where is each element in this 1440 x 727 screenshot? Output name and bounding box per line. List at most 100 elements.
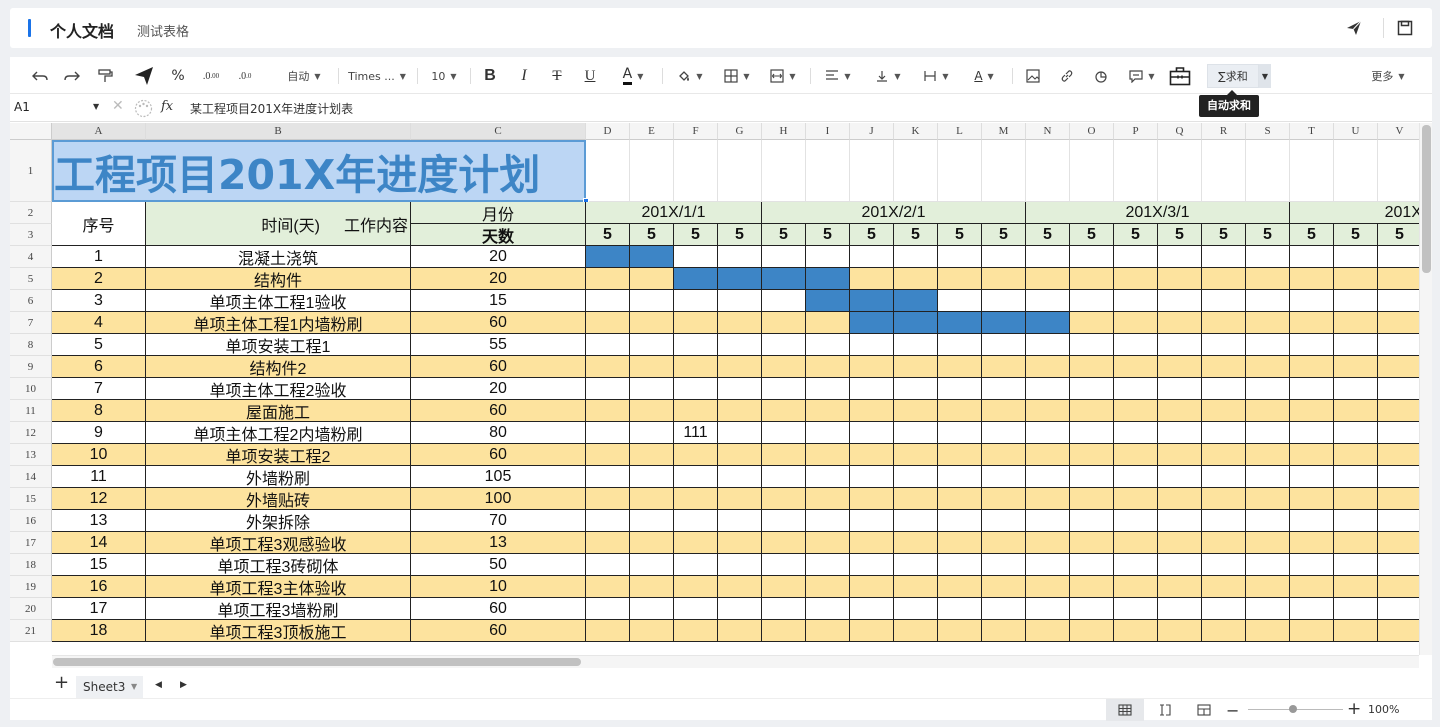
gantt-cell[interactable]	[1290, 444, 1334, 466]
gantt-bar-cell[interactable]	[850, 312, 894, 334]
row-header-13[interactable]: 13	[10, 444, 52, 466]
days-unit-cell[interactable]: 5	[586, 224, 630, 246]
gantt-cell[interactable]	[1158, 268, 1202, 290]
gantt-cell[interactable]	[674, 576, 718, 598]
gantt-cell[interactable]	[806, 576, 850, 598]
task-seq-cell[interactable]: 5	[52, 334, 146, 356]
gantt-cell[interactable]	[630, 356, 674, 378]
row-header-17[interactable]: 17	[10, 532, 52, 554]
gantt-cell[interactable]	[1378, 246, 1422, 268]
column-header-m[interactable]: M	[982, 123, 1026, 140]
gantt-cell[interactable]	[1070, 620, 1114, 642]
task-days-cell[interactable]: 20	[411, 378, 586, 400]
chevron-down-icon[interactable]: ▼	[131, 676, 137, 698]
gantt-cell[interactable]	[1378, 312, 1422, 334]
gantt-cell[interactable]	[1246, 554, 1290, 576]
bold-button[interactable]: B	[482, 65, 498, 87]
gantt-cell[interactable]	[1070, 246, 1114, 268]
row-header-7[interactable]: 7	[10, 312, 52, 334]
gantt-cell[interactable]	[674, 620, 718, 642]
gantt-cell[interactable]	[938, 620, 982, 642]
gantt-cell[interactable]	[718, 488, 762, 510]
column-header-u[interactable]: U	[1334, 123, 1378, 140]
gantt-cell[interactable]	[762, 554, 806, 576]
header-time-content-cell[interactable]: 时间(天) 工作内容	[146, 202, 411, 246]
gantt-bar-cell[interactable]	[806, 290, 850, 312]
gantt-cell[interactable]	[806, 532, 850, 554]
days-unit-cell[interactable]: 5	[850, 224, 894, 246]
gantt-cell[interactable]	[938, 576, 982, 598]
task-name-cell[interactable]: 外墙贴砖	[146, 488, 411, 510]
gantt-cell[interactable]	[1290, 312, 1334, 334]
month-header-cell[interactable]: 201X/1/1	[586, 202, 762, 224]
gantt-cell[interactable]	[894, 598, 938, 620]
gantt-cell[interactable]	[1378, 290, 1422, 312]
gantt-cell[interactable]	[850, 510, 894, 532]
gantt-cell[interactable]	[894, 532, 938, 554]
gantt-cell[interactable]	[1070, 488, 1114, 510]
gantt-cell[interactable]	[982, 400, 1026, 422]
task-seq-cell[interactable]: 8	[52, 400, 146, 422]
gantt-cell[interactable]	[762, 510, 806, 532]
gantt-cell[interactable]	[586, 400, 630, 422]
text-wrap-button[interactable]: ▼	[920, 65, 952, 87]
cell[interactable]	[762, 140, 806, 202]
gantt-cell[interactable]	[806, 246, 850, 268]
gantt-cell[interactable]	[718, 554, 762, 576]
gantt-cell[interactable]	[718, 466, 762, 488]
gantt-cell[interactable]	[894, 466, 938, 488]
row-header-1[interactable]: 1	[10, 140, 52, 202]
days-unit-cell[interactable]: 5	[1290, 224, 1334, 246]
gantt-cell[interactable]	[1378, 488, 1422, 510]
column-header-e[interactable]: E	[630, 123, 674, 140]
insert-link-icon[interactable]	[1058, 65, 1076, 87]
task-days-cell[interactable]: 13	[411, 532, 586, 554]
gantt-cell[interactable]	[894, 510, 938, 532]
gantt-cell[interactable]	[982, 488, 1026, 510]
gantt-cell[interactable]	[938, 466, 982, 488]
column-header-p[interactable]: P	[1114, 123, 1158, 140]
gantt-cell[interactable]	[586, 598, 630, 620]
gantt-cell[interactable]	[762, 444, 806, 466]
header-days-cell[interactable]: 天数	[411, 224, 586, 246]
gantt-cell[interactable]	[894, 576, 938, 598]
gantt-cell[interactable]	[1334, 400, 1378, 422]
gantt-cell[interactable]	[850, 268, 894, 290]
gantt-bar-cell[interactable]	[982, 312, 1026, 334]
gantt-cell[interactable]	[674, 334, 718, 356]
gantt-cell[interactable]	[586, 378, 630, 400]
gantt-cell[interactable]	[762, 422, 806, 444]
gantt-cell[interactable]	[982, 576, 1026, 598]
insert-comment-button[interactable]: ▼	[1126, 65, 1158, 87]
task-name-cell[interactable]: 单项工程3主体验收	[146, 576, 411, 598]
task-name-cell[interactable]: 混凝土浇筑	[146, 246, 411, 268]
gantt-cell[interactable]	[1070, 422, 1114, 444]
days-unit-cell[interactable]: 5	[806, 224, 850, 246]
gantt-cell[interactable]	[1246, 246, 1290, 268]
gantt-cell[interactable]	[1158, 290, 1202, 312]
value-cell[interactable]: 111	[674, 422, 718, 444]
gantt-cell[interactable]	[1026, 444, 1070, 466]
row-header-9[interactable]: 9	[10, 356, 52, 378]
gantt-cell[interactable]	[806, 620, 850, 642]
horizontal-scrollbar[interactable]	[52, 655, 1419, 668]
gantt-cell[interactable]	[630, 488, 674, 510]
gantt-cell[interactable]	[1378, 510, 1422, 532]
gantt-cell[interactable]	[1070, 334, 1114, 356]
days-unit-cell[interactable]: 5	[674, 224, 718, 246]
days-unit-cell[interactable]: 5	[938, 224, 982, 246]
gantt-cell[interactable]	[806, 488, 850, 510]
task-name-cell[interactable]: 单项主体工程1验收	[146, 290, 411, 312]
task-days-cell[interactable]: 60	[411, 312, 586, 334]
gantt-cell[interactable]	[718, 400, 762, 422]
gantt-cell[interactable]	[1202, 378, 1246, 400]
chevron-down-icon[interactable]: ▼	[93, 102, 99, 111]
task-days-cell[interactable]: 60	[411, 356, 586, 378]
gantt-cell[interactable]	[1158, 532, 1202, 554]
gantt-bar-cell[interactable]	[630, 246, 674, 268]
fill-color-button[interactable]: ▼	[674, 65, 706, 87]
gantt-cell[interactable]	[806, 510, 850, 532]
gantt-cell[interactable]	[1114, 246, 1158, 268]
gantt-cell[interactable]	[982, 356, 1026, 378]
cell[interactable]	[806, 140, 850, 202]
